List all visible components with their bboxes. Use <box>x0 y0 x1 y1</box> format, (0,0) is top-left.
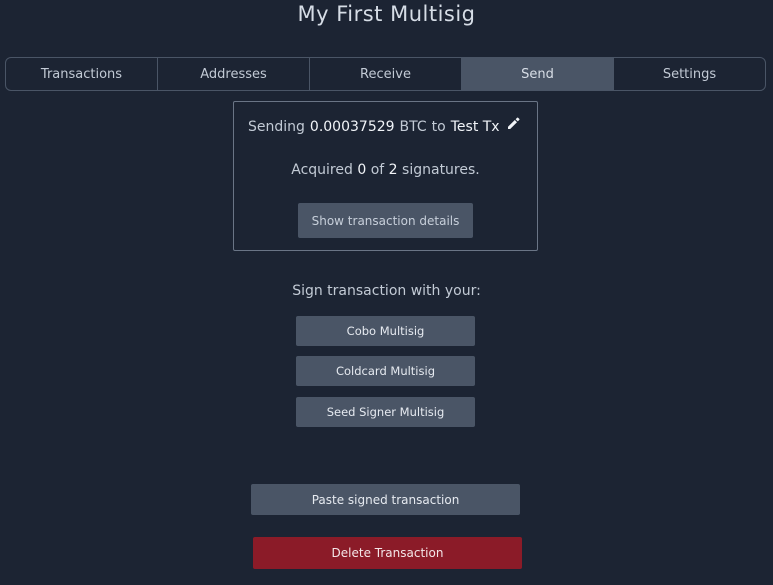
send-page: My First Multisig Transactions Addresses… <box>0 0 773 585</box>
required-count: 2 <box>388 162 398 178</box>
acquired-count: 0 <box>357 162 367 178</box>
to-label: to <box>431 119 446 135</box>
tab-addresses[interactable]: Addresses <box>158 58 310 90</box>
tab-send[interactable]: Send <box>462 58 614 90</box>
sending-line: Sending 0.00037529 BTC to Test Tx <box>248 116 520 135</box>
tab-receive[interactable]: Receive <box>310 58 462 90</box>
cobo-sign-button[interactable]: Cobo Multisig <box>296 316 475 346</box>
tab-transactions[interactable]: Transactions <box>6 58 158 90</box>
wallet-tabs: Transactions Addresses Receive Send Sett… <box>5 57 766 91</box>
coldcard-sign-button[interactable]: Coldcard Multisig <box>296 356 475 386</box>
wallet-title: My First Multisig <box>297 2 476 26</box>
recipient-name: Test Tx <box>450 119 500 135</box>
tab-settings[interactable]: Settings <box>614 58 765 90</box>
signatures-label: signatures. <box>402 162 480 178</box>
amount-value: 0.00037529 <box>309 119 395 135</box>
show-details-button[interactable]: Show transaction details <box>298 203 473 238</box>
of-label: of <box>370 162 385 178</box>
paste-signed-transaction-button[interactable]: Paste signed transaction <box>251 484 520 515</box>
signature-status: Acquired 0 of 2 signatures. <box>234 162 537 178</box>
sign-heading: Sign transaction with your: <box>292 283 481 299</box>
seed-signer-sign-button[interactable]: Seed Signer Multisig <box>296 397 475 427</box>
amount-unit: BTC <box>399 119 427 135</box>
acquired-label: Acquired <box>291 162 353 178</box>
pencil-icon[interactable] <box>507 116 520 134</box>
sending-label: Sending <box>248 119 305 135</box>
transaction-summary-card: Sending 0.00037529 BTC to Test Tx Acquir… <box>233 101 538 251</box>
delete-transaction-button[interactable]: Delete Transaction <box>253 537 522 569</box>
